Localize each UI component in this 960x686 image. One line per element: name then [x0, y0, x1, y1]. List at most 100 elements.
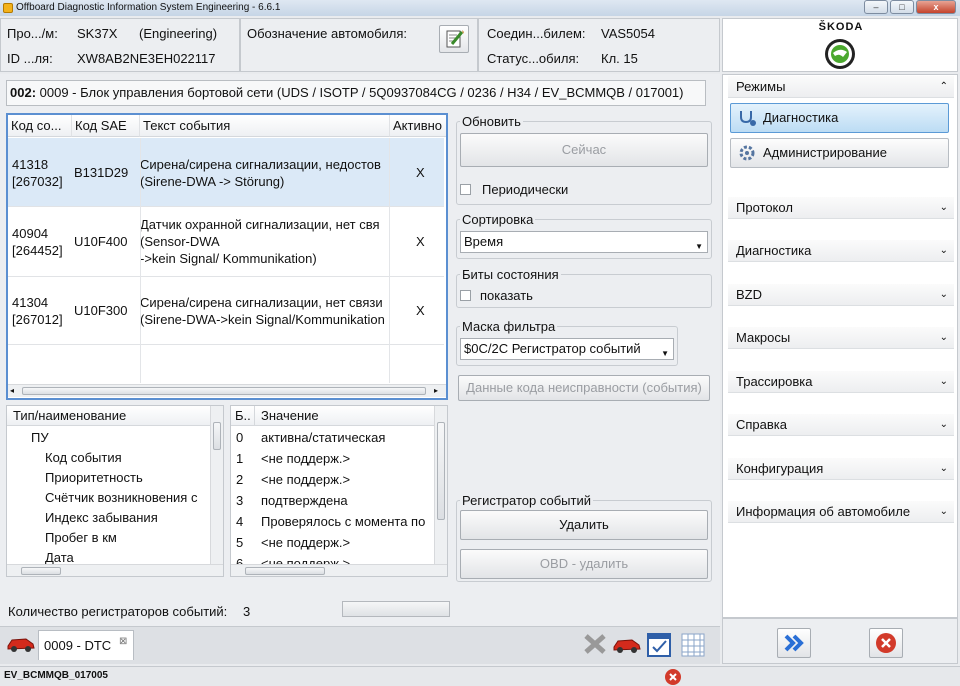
tree-item[interactable]: Пробег в км: [45, 530, 117, 545]
brand-name: ŠKODA: [818, 21, 864, 33]
value-text: <не поддерж.>: [261, 472, 351, 487]
obd-delete-button[interactable]: OBD - удалить: [460, 549, 708, 579]
chevron-down-icon: ⌄: [939, 202, 948, 213]
scroll-thumb[interactable]: [21, 567, 61, 575]
sort-select[interactable]: Время ▼: [460, 231, 708, 253]
details-tree[interactable]: Тип/наименование ПУ Код события Приорите…: [6, 405, 224, 577]
sidebar-section[interactable]: Информация об автомобиле ⌄: [728, 501, 954, 523]
col-header-text[interactable]: Текст события: [140, 115, 390, 137]
value-text: подтверждена: [261, 493, 348, 508]
checklist-icon[interactable]: [646, 632, 674, 658]
tree-item[interactable]: Код события: [45, 450, 122, 465]
col-header-value[interactable]: Значение: [255, 406, 435, 426]
tab-close-icon[interactable]: ⊠: [119, 636, 127, 647]
sidebar-section[interactable]: Протокол ⌄: [728, 197, 954, 219]
section-label: Справка: [736, 417, 787, 432]
col-header-active[interactable]: Активно: [390, 115, 446, 137]
periodic-label: Периодически: [482, 182, 569, 197]
events-table[interactable]: Код со... Код SAE Текст события Активно …: [6, 113, 448, 400]
values-horizontal-scrollbar[interactable]: [231, 564, 447, 576]
show-bits-checkbox[interactable]: [460, 290, 471, 301]
window-title: Offboard Diagnostic Information System E…: [16, 2, 281, 13]
sidebar-modes-header[interactable]: Режимы ⌃: [728, 76, 954, 98]
value-bit: 0: [236, 430, 244, 445]
forward-button[interactable]: [777, 628, 811, 658]
maximize-button[interactable]: □: [890, 0, 914, 14]
refresh-label: Обновить: [460, 114, 523, 129]
edit-vehicle-button[interactable]: [439, 25, 469, 53]
tree-header[interactable]: Тип/наименование: [7, 406, 211, 426]
chevron-down-icon: ⌄: [939, 332, 948, 343]
sort-value: Время: [464, 234, 504, 249]
value-bit: 4: [236, 514, 244, 529]
periodic-checkbox[interactable]: [460, 184, 471, 195]
module-number: 002:: [10, 85, 37, 100]
scroll-thumb[interactable]: [213, 422, 221, 450]
scroll-right-icon: ▸: [434, 386, 439, 395]
fault-data-button[interactable]: Данные кода неисправности (события): [458, 375, 710, 401]
sidebar-section[interactable]: Макросы ⌄: [728, 327, 954, 349]
exit-button[interactable]: [869, 628, 903, 658]
error-icon[interactable]: [663, 668, 683, 686]
gear-icon: [739, 145, 755, 161]
col-header-bit[interactable]: Б..: [231, 406, 255, 426]
tools-icon[interactable]: [582, 632, 608, 656]
section-label: Информация об автомобиле: [736, 504, 911, 519]
status-label: Статус...обиля:: [487, 51, 580, 66]
row-code: 41304 [267012]: [12, 295, 63, 327]
col-header-sae[interactable]: Код SAE: [72, 115, 140, 137]
sidebar-section[interactable]: Диагностика ⌄: [728, 240, 954, 262]
values-table[interactable]: Б.. Значение 0 активна/статическая 1 <не…: [230, 405, 448, 577]
chevron-down-icon: ⌄: [939, 506, 948, 517]
table-row[interactable]: 40904 [264452] U10F400 Датчик охранной с…: [8, 207, 444, 277]
vehicle-icon[interactable]: [612, 634, 642, 656]
tree-item[interactable]: Приоритетность: [45, 470, 143, 485]
sidebar-section[interactable]: Справка ⌄: [728, 414, 954, 436]
refresh-now-button[interactable]: Сейчас: [460, 133, 708, 167]
recorder-label: Регистратор событий: [460, 493, 593, 508]
tree-item[interactable]: Счётчик возникновения с: [45, 490, 197, 505]
dropdown-arrow-icon: ▼: [661, 349, 669, 358]
value-text: активна/статическая: [261, 430, 386, 445]
scroll-thumb[interactable]: [437, 422, 445, 520]
close-window-button[interactable]: x: [916, 0, 956, 14]
window-buttons: – □ x: [864, 0, 956, 14]
sidebar-admin-button[interactable]: Администрирование: [730, 138, 949, 168]
calendar-grid-icon[interactable]: [680, 632, 708, 658]
show-bits-label: показать: [480, 288, 533, 303]
section-label: Протокол: [736, 200, 793, 215]
tab-0009-dtc[interactable]: 0009 - DTC ⊠: [38, 630, 134, 660]
tree-item[interactable]: Дата: [45, 550, 74, 565]
row-sae: B131D29: [74, 165, 129, 180]
col-header-code[interactable]: Код со...: [8, 115, 72, 137]
filter-select[interactable]: $0C/2C Регистратор событий ▼: [460, 338, 674, 360]
table-row[interactable]: 41304 [267012] U10F300 Сирена/сирена сиг…: [8, 277, 444, 345]
section-label: BZD: [736, 287, 762, 302]
column-divider: [389, 138, 390, 383]
sidebar-section[interactable]: BZD ⌄: [728, 284, 954, 306]
scroll-thumb[interactable]: [245, 567, 325, 575]
scroll-thumb[interactable]: [22, 387, 426, 395]
tree-item[interactable]: Индекс забывания: [45, 510, 158, 525]
row-active: X: [416, 165, 425, 180]
conn-value: VAS5054: [601, 26, 655, 41]
values-vertical-scrollbar[interactable]: [434, 406, 447, 564]
events-horizontal-scrollbar[interactable]: ◂ ▸: [8, 384, 446, 397]
sidebar-section[interactable]: Конфигурация ⌄: [728, 458, 954, 480]
row-text: Датчик охранной сигнализации, нет свя (S…: [140, 217, 380, 266]
car-icon[interactable]: [6, 632, 36, 654]
close-circle-icon: [876, 633, 896, 653]
tree-vertical-scrollbar[interactable]: [210, 406, 223, 564]
column-divider: [140, 138, 141, 383]
sidebar-diagnostics-button[interactable]: Диагностика: [730, 103, 949, 133]
minimize-button[interactable]: –: [864, 0, 888, 14]
tree-item[interactable]: ПУ: [31, 430, 49, 445]
progress-bar: [342, 601, 450, 617]
module-line: 002: 0009 - Блок управления бортовой сет…: [6, 80, 706, 106]
id-label: ID ...ля:: [7, 51, 53, 66]
module-description: 0009 - Блок управления бортовой сети (UD…: [36, 85, 684, 100]
sidebar-section[interactable]: Трассировка ⌄: [728, 371, 954, 393]
delete-button[interactable]: Удалить: [460, 510, 708, 540]
tree-horizontal-scrollbar[interactable]: [7, 564, 223, 576]
table-row[interactable]: 41318 [267032] B131D29 Сирена/сирена сиг…: [8, 138, 444, 207]
